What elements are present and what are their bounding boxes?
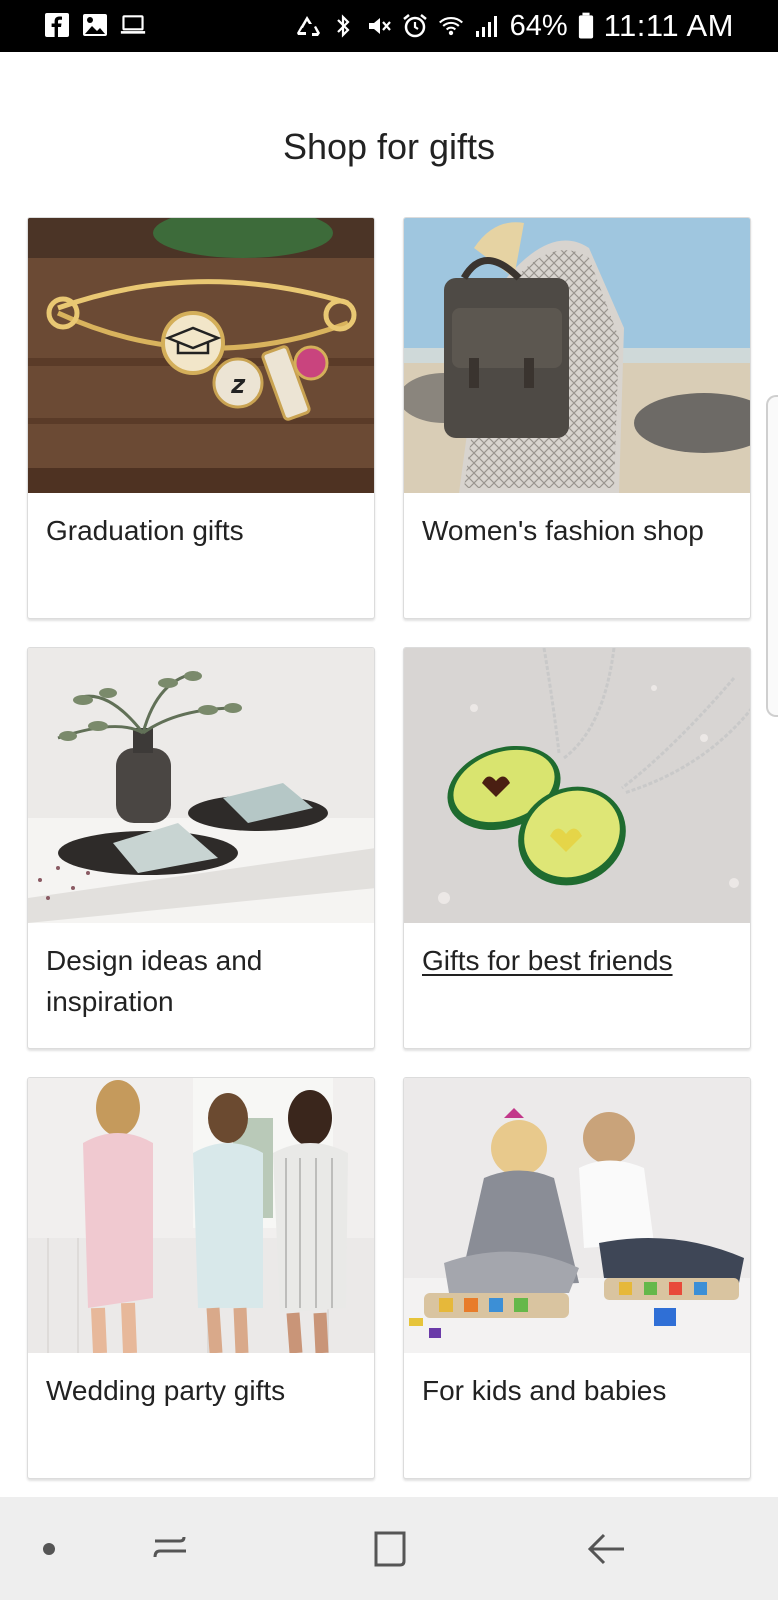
card-for-kids-and-babies[interactable]: For kids and babies: [403, 1077, 751, 1479]
card-womens-fashion-shop[interactable]: Women's fashion shop: [403, 217, 751, 619]
card-design-ideas[interactable]: Design ideas and inspiration: [27, 647, 375, 1049]
card-label: Women's fashion shop: [422, 515, 704, 546]
card-graduation-gifts[interactable]: 𝒛 Graduation gifts: [27, 217, 375, 619]
card-wedding-party-gifts[interactable]: Wedding party gifts: [27, 1077, 375, 1479]
card-image: [28, 1078, 374, 1353]
page-title: Shop for gifts: [282, 126, 496, 167]
card-label: Graduation gifts: [46, 515, 244, 546]
battery-percent: 64%: [509, 9, 568, 42]
facebook-icon: [45, 13, 69, 37]
home-icon: [374, 1531, 406, 1567]
gallery-icon: [83, 14, 107, 36]
card-image: [404, 648, 750, 923]
card-label: For kids and babies: [422, 1375, 667, 1406]
card-image: [28, 648, 374, 923]
dot-button[interactable]: [27, 1527, 71, 1571]
dot-icon: [43, 1543, 55, 1555]
card-label: Design ideas and inspiration: [46, 945, 263, 1017]
back-icon: [587, 1533, 624, 1565]
recent-apps-button[interactable]: [150, 1527, 194, 1571]
recycle-icon: [296, 16, 320, 36]
alarm-icon: [402, 14, 427, 38]
card-gifts-for-best-friends[interactable]: Gifts for best friends: [403, 647, 751, 1049]
card-image: 𝒛: [28, 218, 374, 493]
status-right-icons: 64% 11:11 AM: [294, 8, 734, 44]
back-button[interactable]: [586, 1527, 630, 1571]
battery-icon: [578, 12, 593, 39]
laptop-icon: [120, 15, 146, 34]
svg-text:𝒛: 𝒛: [231, 370, 246, 400]
status-left-icons: [44, 12, 146, 38]
card-label: Gifts for best friends: [422, 945, 673, 976]
card-image: [404, 1078, 750, 1353]
card-label: Wedding party gifts: [46, 1375, 286, 1406]
signal-icon: [475, 16, 497, 37]
status-bar: 64% 11:11 AM: [0, 0, 778, 52]
home-button[interactable]: [368, 1527, 412, 1571]
edge-panel-handle[interactable]: [766, 395, 778, 717]
clock: 11:11 AM: [603, 8, 734, 43]
navigation-bar: [0, 1497, 778, 1600]
card-image: [404, 218, 750, 493]
wifi-icon: [438, 17, 463, 36]
mute-icon: [368, 18, 391, 34]
bluetooth-icon: [336, 14, 350, 38]
recent-apps-icon: [153, 1536, 186, 1558]
